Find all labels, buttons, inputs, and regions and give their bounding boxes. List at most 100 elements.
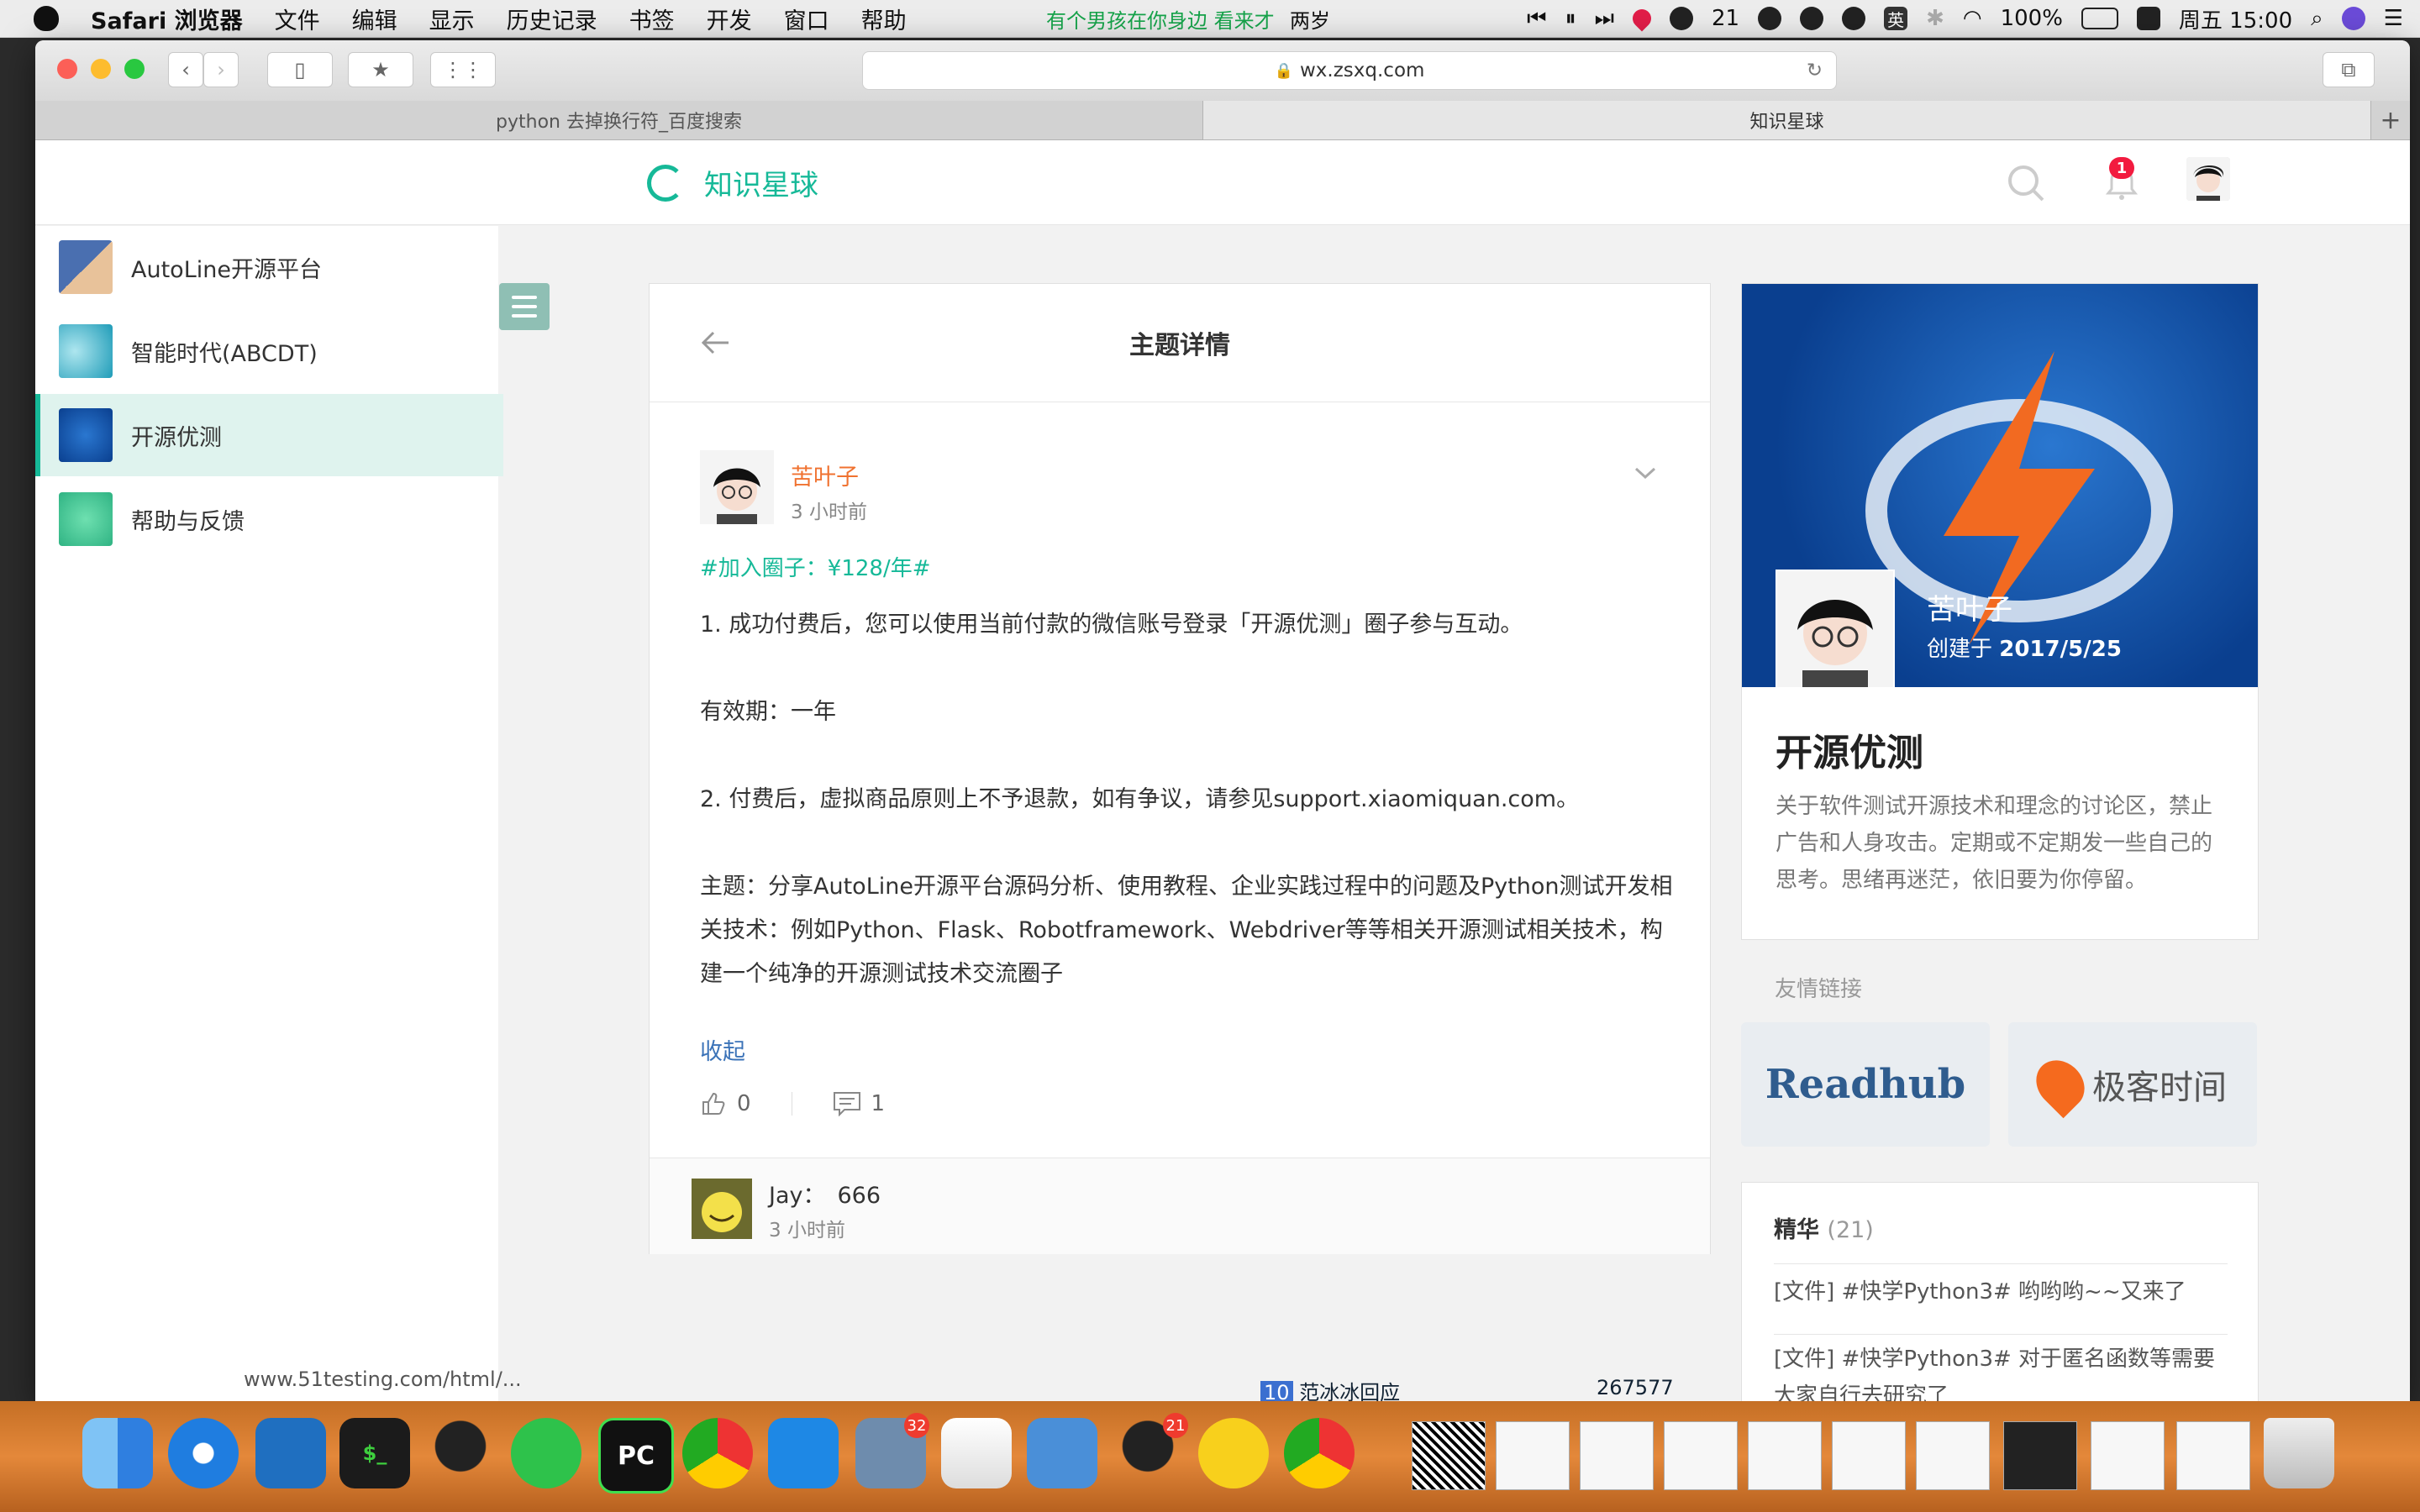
menu-develop[interactable]: 开发 (707, 3, 752, 35)
heart-icon[interactable] (1628, 5, 1655, 32)
trash-icon[interactable] (2264, 1418, 2334, 1488)
tab-overview-button[interactable]: ⧉ (2323, 52, 2375, 87)
qq-dock-icon[interactable] (425, 1418, 496, 1488)
commenter-avatar[interactable] (692, 1179, 752, 1239)
menu-window[interactable]: 窗口 (784, 3, 829, 35)
group-owner-name[interactable]: 苦叶子 (1927, 586, 2012, 627)
back-arrow-icon[interactable] (698, 326, 732, 360)
window-thumbnail[interactable] (1580, 1421, 1654, 1490)
battery-icon[interactable] (2081, 8, 2118, 29)
topic-detail-card: 主题详情 苦叶子 3 小时前 #加入圈子：¥128/年# 1. 成功付费后，您可… (649, 283, 1711, 1254)
sidebar-item-abcdt[interactable]: 智能时代(ABCDT) (35, 310, 498, 392)
menu-bar: Safari 浏览器 文件 编辑 显示 历史记录 书签 开发 窗口 帮助 有个男… (0, 0, 2420, 38)
sogou-icon[interactable] (2136, 7, 2160, 30)
spotlight-search-icon[interactable]: ⌕ (2311, 6, 2323, 32)
music-lyric: 有个男孩在你身边 看来才 (1046, 8, 1275, 33)
group-created-prefix: 创建于 (1927, 637, 1993, 662)
bluetooth-icon[interactable]: ✱ (1926, 6, 1944, 31)
wechat-dock-icon[interactable] (511, 1418, 581, 1488)
comment-icon[interactable] (833, 1091, 861, 1116)
next-track-icon[interactable]: ⏭ (1595, 6, 1614, 32)
qq-icon[interactable] (1670, 7, 1693, 30)
apple-menu-icon[interactable] (34, 6, 59, 31)
menu-view[interactable]: 显示 (429, 3, 475, 35)
new-tab-button[interactable]: + (2371, 101, 2410, 139)
sidebar-item-autoline[interactable]: AutoLine开源平台 (35, 226, 498, 308)
like-icon[interactable] (700, 1090, 727, 1117)
pycharm-icon[interactable]: PC (598, 1418, 674, 1494)
post-paragraph: 有效期：一年 (700, 699, 836, 725)
reload-icon[interactable]: ↻ (1807, 60, 1823, 81)
window-thumbnail[interactable] (1916, 1421, 1990, 1490)
tab-zsxq[interactable]: 知识星球 (1203, 101, 2371, 139)
window-thumbnail[interactable] (1496, 1421, 1570, 1490)
author-avatar[interactable] (700, 450, 774, 524)
group-owner-avatar[interactable] (1776, 570, 1895, 689)
chrome-icon-2[interactable] (1284, 1418, 1355, 1488)
wechat-icon[interactable] (1842, 7, 1866, 30)
feishu-icon[interactable] (768, 1418, 839, 1488)
group-name: 开源优测 (1776, 732, 1923, 774)
wifi-icon[interactable]: ◠ (1963, 6, 1982, 31)
post-hashtag[interactable]: #加入圈子：¥128/年# (700, 551, 931, 582)
menu-file[interactable]: 文件 (275, 3, 320, 35)
back-button[interactable]: ‹ (168, 52, 203, 87)
window-thumbnail[interactable] (2176, 1421, 2250, 1490)
menu-toggle-button[interactable] (499, 283, 550, 330)
sidebar-item-kaiyuan-youce[interactable]: 开源优测 (35, 394, 503, 476)
vscode-icon[interactable] (255, 1418, 326, 1488)
bookmarks-button[interactable]: ★ (348, 52, 413, 87)
qq-icon-2[interactable] (1758, 7, 1782, 30)
menu-app-name[interactable]: Safari 浏览器 (91, 3, 243, 35)
tab-baidu-search[interactable]: python 去掉换行符_百度搜索 (35, 101, 1203, 139)
highlight-item[interactable]: [文件] #快学Python3# 哟哟哟~~又来了 (1774, 1273, 2228, 1310)
commenter-avatar-image (692, 1179, 752, 1239)
address-bar[interactable]: 🔒 wx.zsxq.com ↻ (862, 51, 1837, 90)
qr-code-thumbnail[interactable] (1412, 1421, 1486, 1490)
minimize-window-button[interactable] (91, 59, 111, 79)
post-author[interactable]: 苦叶子 (791, 459, 859, 491)
chevron-down-icon[interactable] (1633, 460, 1658, 486)
numbers-icon[interactable] (941, 1418, 1012, 1488)
geektime-link[interactable]: 极客时间 (2008, 1022, 2257, 1147)
notification-center-icon[interactable]: ☰ (2384, 6, 2403, 31)
collapse-link[interactable]: 收起 (700, 1033, 745, 1066)
window-thumbnail[interactable] (2003, 1421, 2077, 1490)
sidebar-item-help-feedback[interactable]: 帮助与反馈 (35, 478, 498, 560)
window-thumbnail[interactable] (2091, 1421, 2165, 1490)
prev-track-icon[interactable]: ⏮ (1527, 6, 1546, 32)
site-logo[interactable]: 知识星球 (647, 162, 818, 203)
forward-button[interactable]: › (203, 52, 239, 87)
finder-icon[interactable] (82, 1418, 153, 1488)
siri-icon[interactable] (2341, 7, 2365, 30)
menu-help[interactable]: 帮助 (861, 3, 907, 35)
highlight-item[interactable]: [文件] #快学Python3# 对于匿名函数等需要大家自行去研究了 (1774, 1341, 2228, 1401)
qq-count: 21 (1712, 6, 1740, 31)
menu-bookmarks[interactable]: 书签 (629, 3, 675, 35)
menu-edit[interactable]: 编辑 (352, 3, 397, 35)
pause-icon[interactable]: ⏸ (1565, 6, 1576, 32)
cloud-icon[interactable] (1800, 7, 1824, 30)
readhub-link[interactable]: Readhub (1741, 1022, 1990, 1147)
window-thumbnail[interactable] (1664, 1421, 1738, 1490)
zoom-window-button[interactable] (124, 59, 145, 79)
close-window-button[interactable] (57, 59, 77, 79)
user-avatar[interactable] (2186, 157, 2230, 201)
safari-icon[interactable] (168, 1418, 239, 1488)
clock[interactable]: 周五 15:00 (2179, 3, 2292, 34)
post-paragraph: 主题：分享AutoLine开源平台源码分析、使用教程、企业实践过程中的问题及Py… (700, 874, 1673, 987)
window-thumbnail[interactable] (1748, 1421, 1822, 1490)
terminal-icon[interactable]: $_ (339, 1418, 410, 1488)
grid-icon: ⋮⋮ (443, 58, 483, 81)
input-method-icon[interactable]: 英 (1884, 7, 1908, 30)
sidebar-toggle-button[interactable]: ▯ (267, 52, 333, 87)
friend-links-label: 友情链接 (1775, 977, 1863, 1002)
chrome-icon[interactable] (682, 1418, 753, 1488)
menu-history[interactable]: 历史记录 (507, 3, 597, 35)
qqmusic-icon[interactable] (1198, 1418, 1269, 1488)
search-icon[interactable] (2007, 164, 2045, 202)
window-thumbnail[interactable] (1832, 1421, 1906, 1490)
top-sites-button[interactable]: ⋮⋮ (430, 52, 496, 87)
preview-icon[interactable] (1027, 1418, 1097, 1488)
commenter-name[interactable]: Jay： (769, 1183, 826, 1209)
